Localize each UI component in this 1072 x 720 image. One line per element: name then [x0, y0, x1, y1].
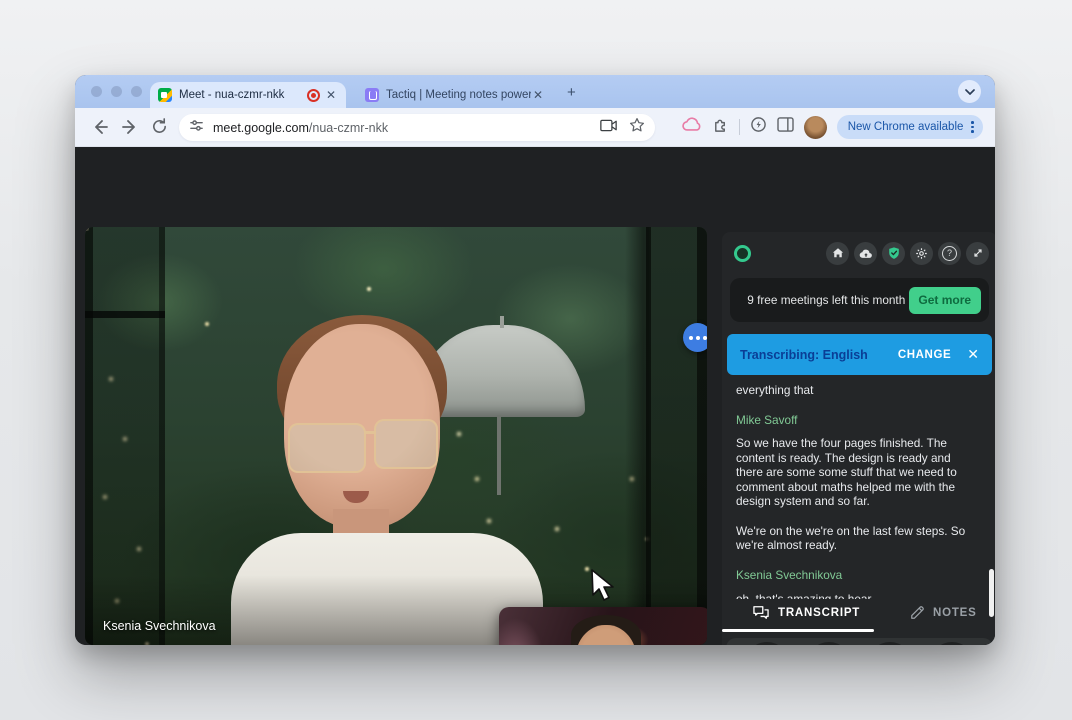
- bookmark-star-icon[interactable]: [629, 117, 645, 138]
- transcribing-label: Transcribing: English: [740, 347, 868, 362]
- toolbar-divider: [738, 119, 740, 135]
- tactiq-action-bar: [726, 638, 993, 645]
- close-transcribing-icon[interactable]: ✕: [967, 346, 979, 363]
- extensions-puzzle-icon[interactable]: [712, 116, 729, 138]
- pip-video-tile[interactable]: Mike Savoff: [499, 607, 707, 645]
- forward-icon[interactable]: [121, 118, 139, 141]
- help-glyph: ?: [942, 245, 957, 261]
- chrome-update-button[interactable]: New Chrome available: [836, 115, 983, 139]
- meet-content: Ksenia Svechnikova Mike Savoff nua-czmr-…: [75, 147, 995, 645]
- minimize-window-button[interactable]: [111, 86, 122, 97]
- close-tab-icon[interactable]: ✕: [531, 88, 545, 102]
- tab-notes-label: NOTES: [933, 606, 977, 619]
- pink-extension-icon[interactable]: [681, 117, 702, 137]
- pencil-icon: [911, 606, 924, 619]
- share-button[interactable]: [744, 642, 789, 645]
- active-tab-indicator: [722, 629, 874, 632]
- site-settings-icon[interactable]: [189, 118, 204, 138]
- reload-icon[interactable]: [151, 118, 168, 140]
- chat-notification-bubble[interactable]: [683, 323, 707, 352]
- chat-icon: [753, 606, 769, 619]
- close-tab-icon[interactable]: ✕: [324, 88, 338, 102]
- tactiq-extension-icon[interactable]: [750, 116, 767, 138]
- tab-strip: Meet - nua-czmr-nkk ✕ Tactiq | Meeting n…: [75, 75, 995, 108]
- url-host: meet.google.com: [213, 120, 309, 135]
- url-path: /nua-czmr-nkk: [308, 120, 389, 135]
- umbrella-pole: [497, 415, 501, 495]
- back-icon[interactable]: [91, 118, 109, 141]
- screenshot-button[interactable]: [868, 642, 913, 645]
- speaker-name: Mike Savoff: [736, 412, 798, 427]
- free-meetings-banner: 9 free meetings left this month Get more: [730, 278, 989, 322]
- tactiq-panel: ? 9 free meetings left this month Get mo…: [722, 232, 995, 645]
- browser-window: Meet - nua-czmr-nkk ✕ Tactiq | Meeting n…: [75, 75, 995, 645]
- close-window-button[interactable]: [91, 86, 102, 97]
- tactiq-logo-icon: [734, 244, 751, 262]
- help-icon[interactable]: ?: [938, 241, 961, 265]
- settings-gear-icon[interactable]: [910, 241, 933, 265]
- glasses-right-lens: [374, 419, 438, 469]
- browser-toolbar: meet.google.com/nua-czmr-nkk New Chrome …: [75, 108, 995, 147]
- transcript-text: oh, that's amazing to hear: [736, 592, 872, 599]
- home-icon[interactable]: [826, 241, 849, 265]
- transcript-area[interactable]: everything that Mike Savoff So we have t…: [736, 379, 975, 599]
- tab-title: Meet - nua-czmr-nkk: [179, 89, 285, 101]
- tactiq-favicon-icon: [365, 88, 379, 102]
- glasses-left-lens: [288, 423, 366, 473]
- main-video-tile[interactable]: Ksenia Svechnikova Mike Savoff: [85, 227, 707, 645]
- new-tab-button[interactable]: +: [567, 84, 576, 101]
- profile-avatar[interactable]: [803, 115, 827, 139]
- tab-notes[interactable]: NOTES: [910, 605, 977, 620]
- get-more-button[interactable]: Get more: [908, 286, 981, 314]
- expand-panel-icon[interactable]: [966, 241, 989, 265]
- transcript-text: So we have the four pages finished. The …: [736, 436, 957, 508]
- shield-check-icon[interactable]: [882, 241, 905, 265]
- transcribing-bar: Transcribing: English CHANGE ✕: [727, 334, 992, 375]
- tab-tactiq[interactable]: Tactiq | Meeting notes power ✕: [357, 82, 553, 108]
- tactiq-header: ?: [722, 232, 995, 274]
- recording-indicator-icon: [306, 88, 320, 102]
- pause-recording-button[interactable]: [930, 642, 975, 645]
- side-panel-icon[interactable]: [777, 117, 794, 137]
- extensions-row: New Chrome available: [681, 113, 983, 141]
- url-bar[interactable]: meet.google.com/nua-czmr-nkk: [179, 114, 655, 141]
- speaker-name: Ksenia Svechnikova: [736, 567, 843, 582]
- tactiq-tabs: TRANSCRIPT NOTES: [722, 602, 995, 632]
- cloud-upload-icon[interactable]: [854, 241, 877, 265]
- mouse-cursor: [590, 569, 616, 608]
- chrome-menu-icon[interactable]: [966, 121, 979, 133]
- glasses-bridge: [364, 431, 376, 434]
- chrome-update-label: New Chrome available: [847, 121, 964, 133]
- tab-transcript[interactable]: TRANSCRIPT: [752, 605, 860, 620]
- change-language-button[interactable]: CHANGE: [898, 349, 951, 361]
- meet-favicon-icon: [158, 88, 172, 102]
- tab-meet[interactable]: Meet - nua-czmr-nkk ✕: [150, 82, 346, 108]
- zoom-window-button[interactable]: [131, 86, 142, 97]
- tab-title: Tactiq | Meeting notes power: [386, 89, 531, 101]
- free-meetings-text: 9 free meetings left this month: [747, 293, 906, 307]
- google-docs-button[interactable]: [806, 642, 851, 645]
- camera-permission-icon[interactable]: [600, 119, 617, 137]
- tab-search-chevron-icon[interactable]: [958, 80, 981, 103]
- transcript-fragment: everything that: [736, 383, 814, 397]
- transcript-text: We're on the we're on the last few steps…: [736, 523, 966, 553]
- participant-name-label: Ksenia Svechnikova: [103, 619, 216, 633]
- tab-transcript-label: TRANSCRIPT: [778, 606, 861, 619]
